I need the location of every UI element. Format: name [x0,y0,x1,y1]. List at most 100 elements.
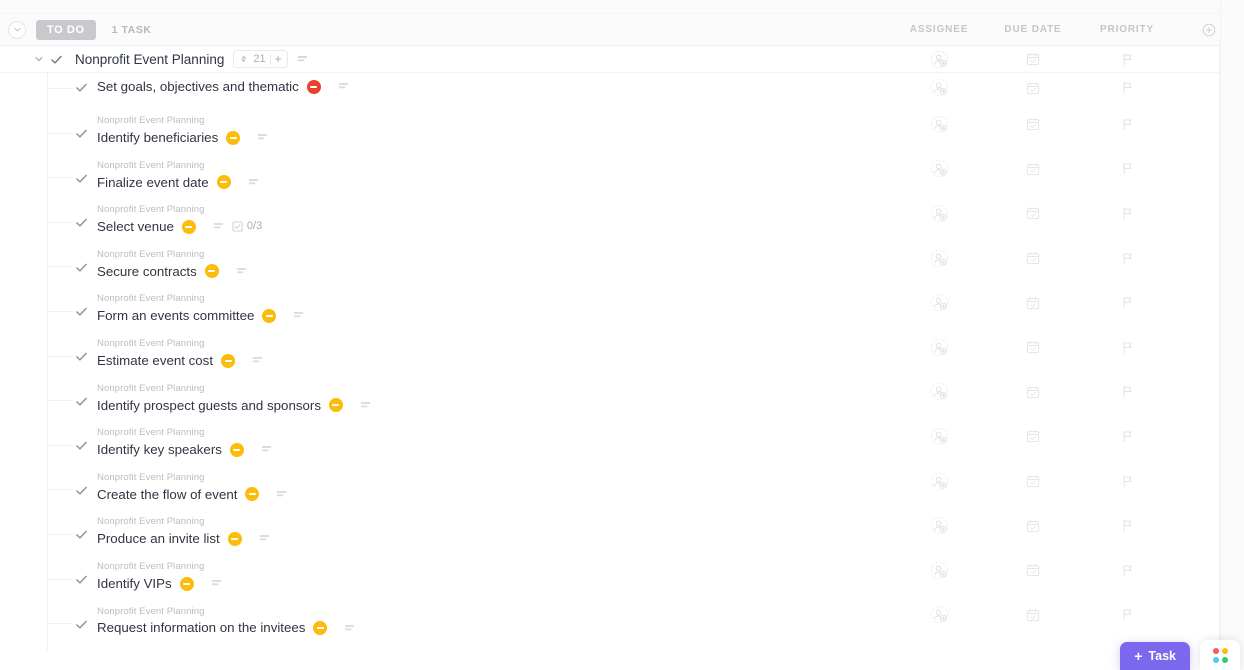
task-title[interactable]: Estimate event cost [97,354,213,368]
calendar-icon[interactable] [1026,563,1040,577]
checkmark-icon[interactable] [73,572,89,588]
checkmark-icon[interactable] [73,349,89,365]
flag-icon[interactable] [1121,608,1134,621]
flag-icon[interactable] [1121,162,1134,175]
task-breadcrumb[interactable]: Nonprofit Event Planning [97,428,272,438]
column-header-priority[interactable]: PRIORITY [1080,24,1174,35]
checkmark-icon[interactable] [73,438,89,454]
task-row[interactable]: Nonprofit Event Planning Identify benefi… [0,102,1244,147]
assignee-cell[interactable] [892,637,986,651]
assignee-cell[interactable] [892,370,986,415]
status-dot[interactable] [313,621,328,636]
parent-task-title[interactable]: Nonprofit Event Planning [75,52,224,67]
task-title[interactable]: Secure contracts [97,264,197,278]
flag-icon[interactable] [1121,296,1134,309]
task-title[interactable]: Identify key speakers [97,443,222,457]
task-title[interactable]: Produce an invite list [97,532,220,546]
flag-icon[interactable] [1121,207,1134,220]
calendar-icon[interactable] [1026,429,1040,443]
task-title[interactable]: Select venue [97,220,174,234]
checkmark-icon[interactable] [73,80,89,96]
description-icon[interactable] [211,578,222,589]
due-date-cell[interactable] [986,73,1080,102]
priority-cell[interactable] [1080,147,1174,192]
checkmark-icon[interactable] [73,304,89,320]
description-icon[interactable] [236,266,247,277]
assignee-cell[interactable] [892,147,986,192]
assignee-cell[interactable] [892,73,986,102]
priority-cell[interactable] [1080,280,1174,325]
task-breadcrumb[interactable]: Nonprofit Event Planning [97,607,355,617]
add-assignee-icon[interactable] [930,338,949,357]
calendar-icon[interactable] [1026,81,1040,95]
flag-icon[interactable] [1121,385,1134,398]
flag-icon[interactable] [1121,81,1134,94]
description-icon[interactable] [261,444,272,455]
parent-task-row[interactable]: Nonprofit Event Planning 21 + [0,46,1244,73]
priority-cell[interactable] [1080,503,1174,548]
checkmark-icon[interactable] [73,527,89,543]
description-icon[interactable] [248,177,259,188]
calendar-icon[interactable] [1026,296,1040,310]
flag-icon[interactable] [1121,118,1134,131]
app-grid-widget[interactable] [1200,640,1240,670]
due-date-cell[interactable] [986,548,1080,593]
description-icon[interactable] [293,310,304,321]
caret-down-icon[interactable] [34,54,44,64]
due-date-cell[interactable] [986,46,1080,72]
task-row[interactable]: Nonprofit Event Planning Finalize event … [0,146,1244,192]
column-header-assignee[interactable]: ASSIGNEE [892,24,986,35]
assignee-cell[interactable] [892,593,986,638]
add-task-button[interactable]: + Task [1120,642,1190,670]
add-assignee-icon[interactable] [930,159,949,178]
task-title[interactable]: Create the flow of event [97,487,237,501]
due-date-cell[interactable] [986,280,1080,325]
due-date-cell[interactable] [986,593,1080,638]
assignee-cell[interactable] [892,46,986,72]
add-assignee-icon[interactable] [930,516,949,535]
assignee-cell[interactable] [892,414,986,459]
calendar-icon[interactable] [1026,519,1040,533]
checkmark-icon[interactable] [73,170,89,186]
description-icon[interactable] [344,623,355,634]
task-title[interactable]: Request information on the invitees [97,621,305,635]
add-assignee-icon[interactable] [930,650,949,651]
add-assignee-icon[interactable] [930,50,949,69]
status-dot[interactable] [328,398,343,413]
checkmark-icon[interactable] [73,616,89,632]
calendar-icon[interactable] [1026,608,1040,622]
flag-icon[interactable] [1121,564,1134,577]
add-assignee-icon[interactable] [930,605,949,624]
assignee-cell[interactable] [892,548,986,593]
priority-cell[interactable] [1080,548,1174,593]
description-icon[interactable] [257,132,268,143]
task-title[interactable]: Identify prospect guests and sponsors [97,398,321,412]
assignee-cell[interactable] [892,280,986,325]
assignee-cell[interactable] [892,503,986,548]
due-date-cell[interactable] [986,147,1080,192]
checkmark-icon[interactable] [73,259,89,275]
calendar-icon[interactable] [1026,251,1040,265]
calendar-icon[interactable] [1026,474,1040,488]
priority-cell[interactable] [1080,593,1174,638]
calendar-icon[interactable] [1026,385,1040,399]
description-icon[interactable] [259,533,270,544]
assignee-cell[interactable] [892,459,986,504]
task-row[interactable]: Nonprofit Event Planning Form an events … [0,280,1244,325]
priority-cell[interactable] [1080,191,1174,236]
calendar-icon[interactable] [1026,340,1040,354]
task-breadcrumb[interactable]: Nonprofit Event Planning [97,562,222,572]
add-assignee-icon[interactable] [930,427,949,446]
task-breadcrumb[interactable]: Nonprofit Event Planning [97,384,371,394]
task-row[interactable]: Nonprofit Event Planning Secure contract… [0,235,1244,281]
add-assignee-icon[interactable] [930,472,949,491]
status-dot[interactable] [229,442,244,457]
add-assignee-icon[interactable] [930,78,949,97]
flag-icon[interactable] [1121,53,1134,66]
checkmark-icon[interactable] [73,215,89,231]
task-row[interactable]: Nonprofit Event Planning Select venue 0/… [0,191,1244,236]
add-assignee-icon[interactable] [930,293,949,312]
task-row[interactable]: Nonprofit Event Planning Create the flow… [0,458,1244,504]
status-dot[interactable] [204,264,219,279]
priority-cell[interactable] [1080,414,1174,459]
